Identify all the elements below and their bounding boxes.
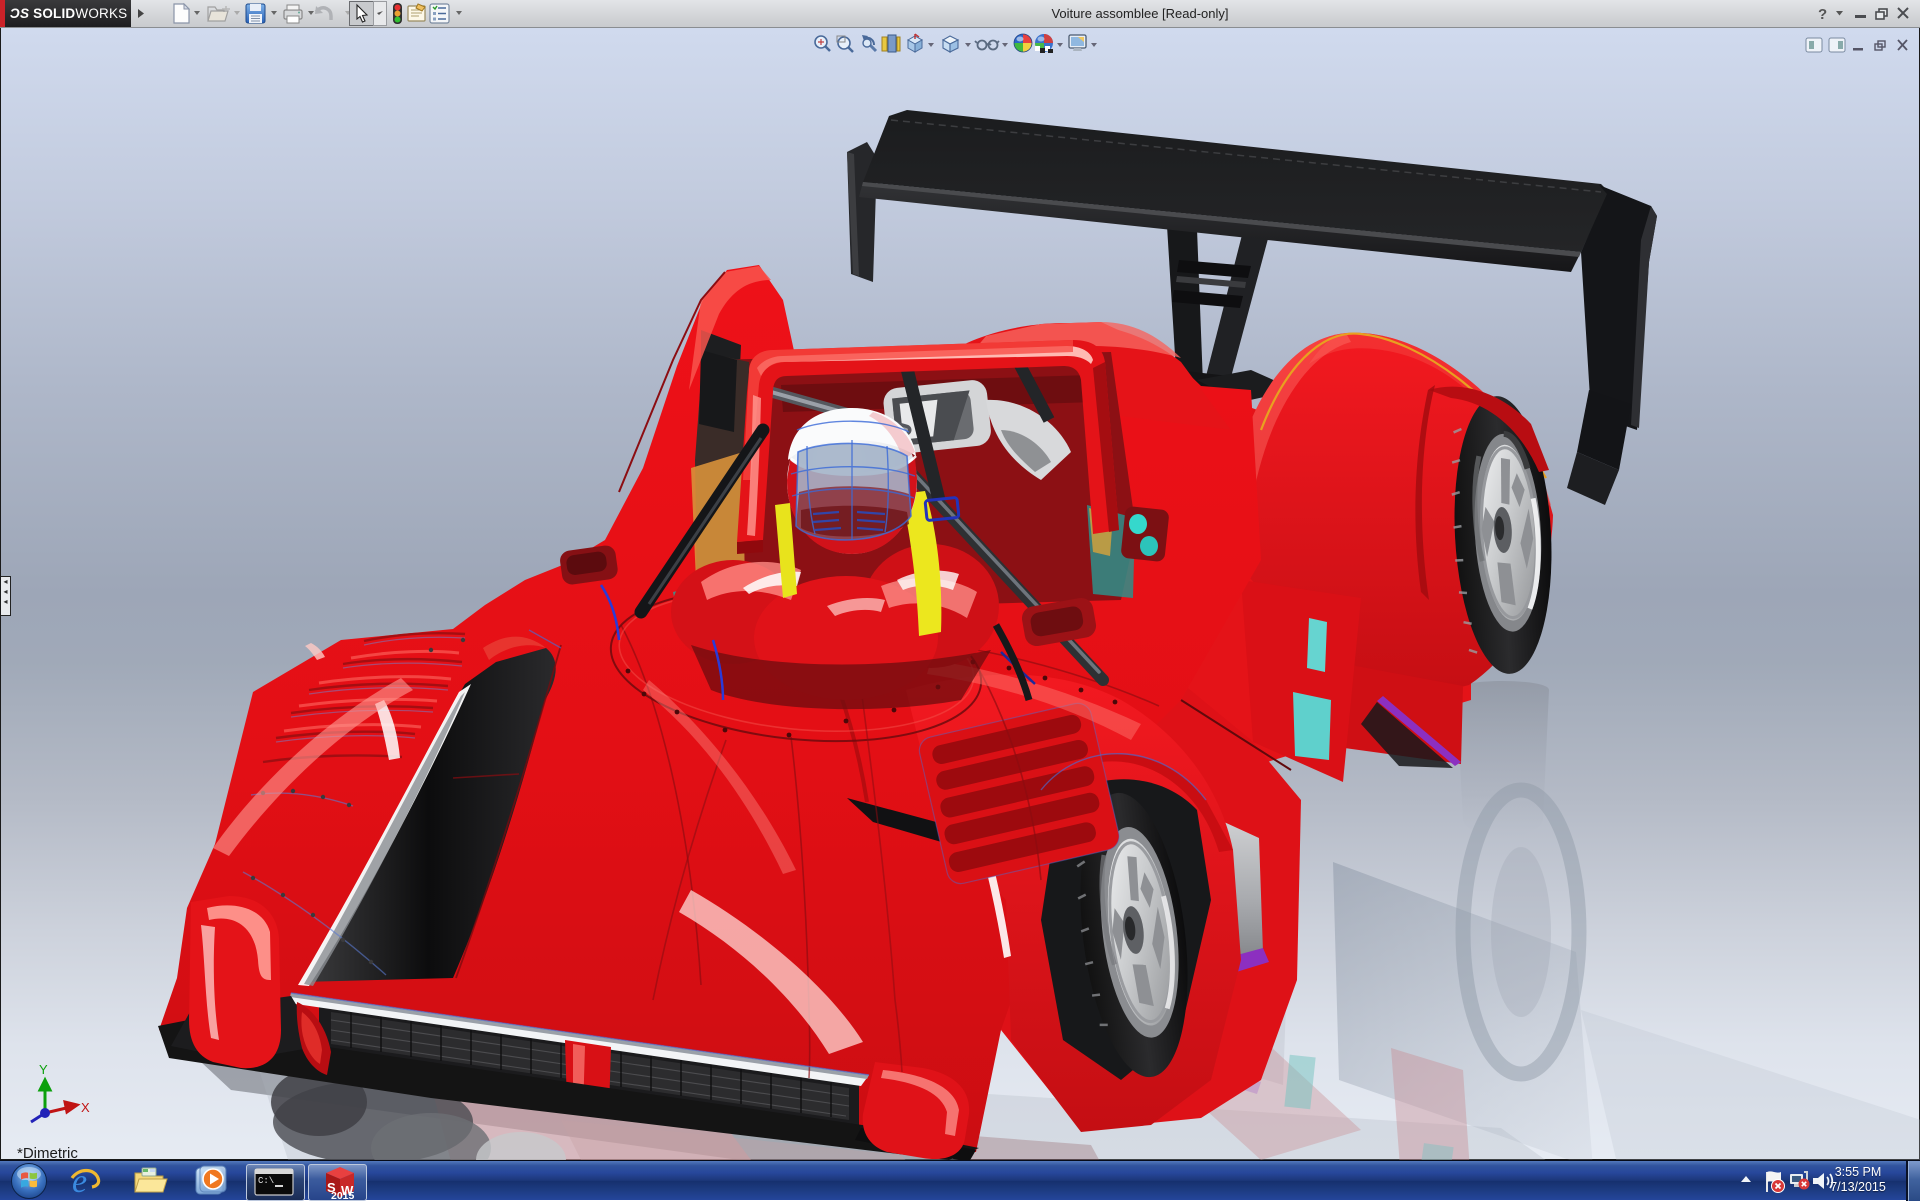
svg-text:2015: 2015 xyxy=(331,1190,355,1202)
svg-text:X: X xyxy=(81,1100,90,1115)
svg-text:?: ? xyxy=(1818,6,1827,23)
svg-text:Y: Y xyxy=(39,1062,48,1077)
svg-text:e: e xyxy=(72,1163,87,1200)
svg-text:C:\: C:\ xyxy=(258,1176,274,1186)
